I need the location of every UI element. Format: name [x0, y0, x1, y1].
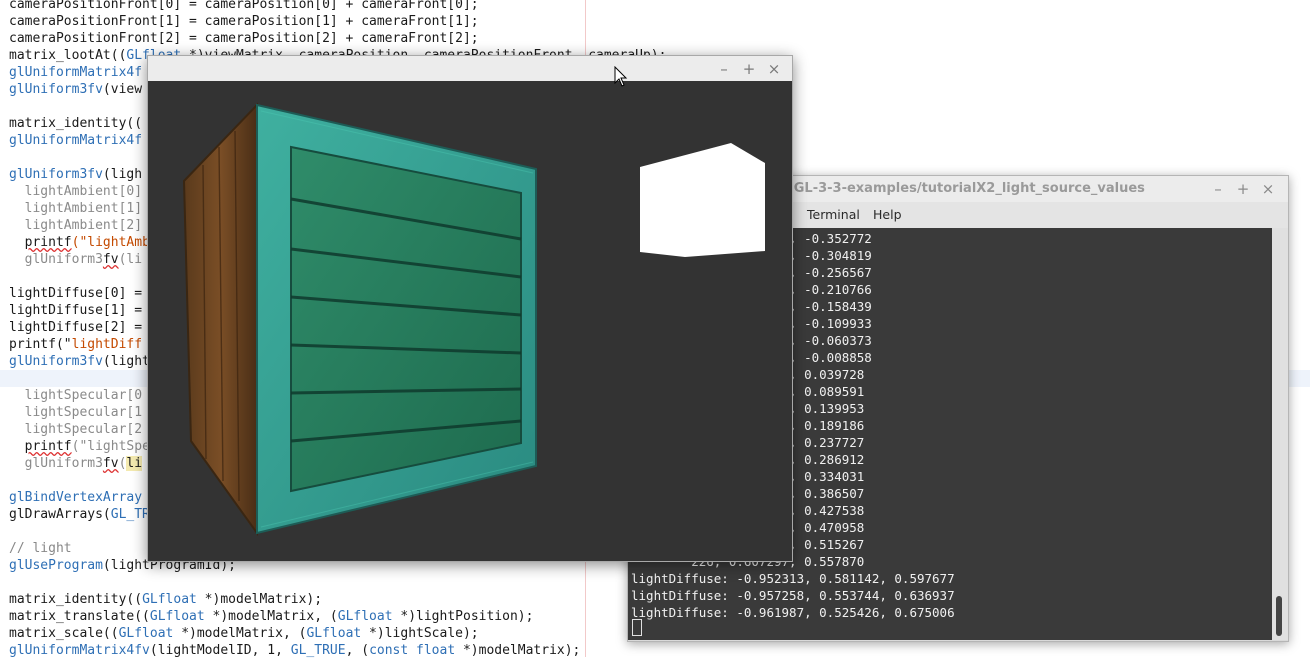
- code-line[interactable]: cameraPositionFront[1] = cameraPosition[…: [9, 13, 666, 30]
- code-token: fv: [102, 456, 119, 471]
- code-token: , (: [345, 643, 370, 658]
- code-token: matrix_translate((: [9, 609, 150, 624]
- code-line[interactable]: cameraPositionFront[0] = cameraPosition[…: [9, 0, 666, 13]
- opengl-render-viewport[interactable]: [151, 81, 791, 561]
- code-token: printf: [24, 439, 72, 454]
- code-token: (lightModelID, 1,: [149, 643, 291, 658]
- opengl-window[interactable]: – + ×: [147, 55, 793, 562]
- code-token: *)lightPosition);: [392, 609, 534, 624]
- code-token: *)modelMatrix);: [196, 592, 323, 607]
- code-token: lightSpecular[0: [9, 388, 143, 403]
- code-token: printf: [24, 235, 72, 250]
- terminal-line: lightDiffuse: -0.961987, 0.525426, 0.675…: [631, 605, 955, 620]
- code-token: cameraPositionFront[0] = cameraPosition[…: [9, 0, 479, 12]
- code-line[interactable]: glUniformMatrix4fv(lightModelID, 1, GL_T…: [9, 642, 666, 659]
- code-token: GL_TRUE: [290, 643, 346, 658]
- menu-terminal[interactable]: Terminal: [807, 207, 860, 222]
- code-token: lightDiffuse[0] =: [9, 286, 143, 301]
- opengl-close-button[interactable]: ×: [764, 59, 784, 79]
- mouse-pointer-icon: [614, 66, 628, 87]
- code-token: lightSpecular[2: [9, 422, 143, 437]
- code-token: GLfloat: [149, 609, 205, 624]
- code-token: glUniform3fv: [9, 82, 103, 97]
- code-token: *)modelMatrix, (: [173, 626, 307, 641]
- code-token: glUniform3: [9, 456, 103, 471]
- code-token: lightSpecular[1: [9, 405, 143, 420]
- terminal-scrollbar-thumb[interactable]: [1276, 596, 1282, 636]
- code-token: glUniformMatrix4fv: [9, 643, 150, 658]
- container-cube: [182, 102, 537, 537]
- code-token: printf(": [9, 337, 72, 352]
- code-token: *)modelMatrix);: [455, 643, 581, 658]
- code-line[interactable]: matrix_translate((GLfloat *)modelMatrix,…: [9, 608, 666, 625]
- terminal-line: lightDiffuse: -0.952313, 0.581142, 0.597…: [631, 571, 955, 586]
- terminal-maximize-button[interactable]: +: [1233, 179, 1253, 199]
- code-token: *)lightScale);: [361, 626, 479, 641]
- code-token: matrix_identity((: [9, 592, 143, 607]
- code-line[interactable]: matrix_identity((GLfloat *)modelMatrix);: [9, 591, 666, 608]
- opengl-maximize-button[interactable]: +: [739, 59, 759, 79]
- code-token: GL_TR: [110, 507, 150, 522]
- terminal-cursor: [632, 619, 642, 636]
- code-line[interactable]: cameraPositionFront[2] = cameraPosition[…: [9, 30, 666, 47]
- code-token: lightAmbient[2]: [9, 218, 143, 233]
- code-token: glUniform3: [9, 252, 103, 267]
- opengl-window-titlebar[interactable]: – + ×: [148, 56, 792, 81]
- code-token: const float: [369, 643, 456, 658]
- code-token: lightDiffuse[1] =: [9, 303, 143, 318]
- code-token: cameraPositionFront[1] = cameraPosition[…: [9, 14, 479, 29]
- terminal-scrollbar[interactable]: [1272, 228, 1288, 640]
- code-token: cameraPositionFront[2] = cameraPosition[…: [9, 31, 479, 46]
- code-token: fv: [102, 252, 119, 267]
- code-token: lightDiffuse[2] =: [9, 320, 143, 335]
- code-token: glUniform3fv: [9, 167, 103, 182]
- code-token: (ligh: [102, 167, 143, 182]
- code-line[interactable]: matrix_scale((GLfloat *)modelMatrix, (GL…: [9, 625, 666, 642]
- code-token: glUniform3fv: [9, 354, 103, 369]
- code-token: lightDiff: [71, 337, 143, 352]
- code-token: GLfloat: [142, 592, 197, 607]
- code-token: ("lightAmb: [71, 235, 150, 250]
- code-token: li: [126, 456, 143, 471]
- code-token: glUniformMatrix4f: [9, 65, 143, 80]
- code-token: GLfloat: [337, 609, 393, 624]
- code-line[interactable]: [9, 574, 666, 591]
- code-token: matrix_identity((: [9, 116, 143, 131]
- code-token: *)modelMatrix, (: [204, 609, 338, 624]
- terminal-minimize-button[interactable]: –: [1208, 179, 1228, 199]
- opengl-minimize-button[interactable]: –: [714, 59, 734, 79]
- terminal-line: lightDiffuse: -0.957258, 0.553744, 0.636…: [631, 588, 955, 603]
- terminal-close-button[interactable]: ×: [1258, 179, 1278, 199]
- code-token: matrix_scale((: [9, 626, 119, 641]
- code-token: (view: [102, 82, 143, 97]
- light-source-cube: [640, 143, 765, 257]
- code-token: glUniformMatrix4f: [9, 133, 143, 148]
- code-token: glDrawArrays(: [9, 507, 111, 522]
- code-token: lightAmbient[0]: [9, 184, 143, 199]
- code-token: (light: [102, 354, 150, 369]
- code-token: glUseProgram: [9, 558, 103, 573]
- code-token: matrix_lootAt((: [9, 48, 127, 63]
- code-token: GLfloat: [306, 626, 362, 641]
- code-token: (li: [118, 252, 143, 267]
- rendered-scene: [182, 102, 765, 537]
- code-token: glBindVertexArray: [9, 490, 143, 505]
- code-token: // light: [9, 541, 72, 556]
- code-token: GLfloat: [118, 626, 174, 641]
- code-token: lightAmbient[1]: [9, 201, 143, 216]
- code-token: ("lightSpe: [71, 439, 150, 454]
- menu-help[interactable]: Help: [873, 207, 902, 222]
